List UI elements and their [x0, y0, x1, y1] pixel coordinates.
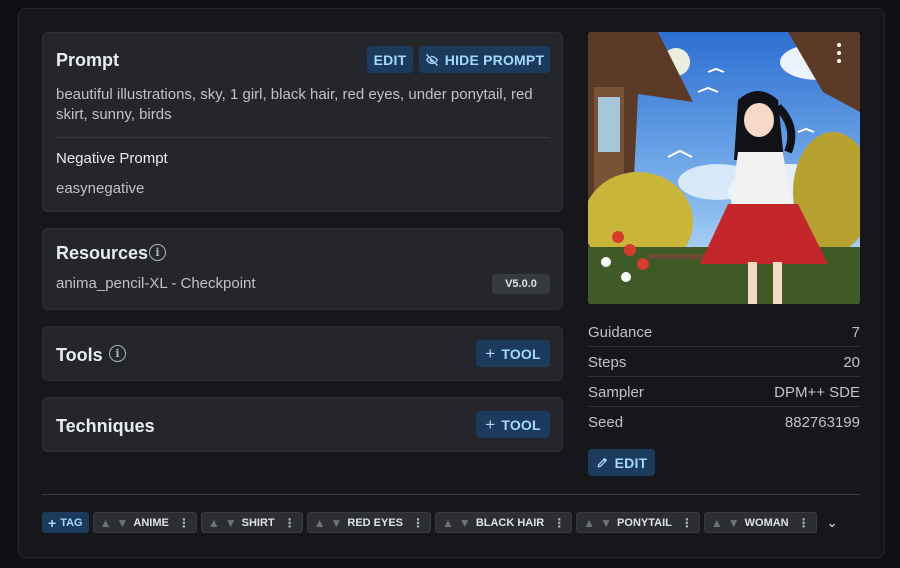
tag-chip[interactable]: ▲ ▼ PONYTAIL ⋮	[576, 512, 700, 533]
plus-icon: +	[48, 514, 57, 531]
add-technique-button[interactable]: + TOOL	[476, 411, 550, 438]
tag-chip[interactable]: ▲ ▼ SHIRT ⋮	[200, 512, 303, 533]
param-label: Sampler	[588, 383, 644, 401]
upvote-icon[interactable]: ▲	[711, 516, 723, 530]
techniques-title: Techniques	[56, 416, 155, 436]
upvote-icon[interactable]: ▲	[583, 516, 595, 530]
tag-chip[interactable]: ▲ ▼ BLACK HAIR ⋮	[435, 512, 573, 533]
param-label: Guidance	[588, 323, 653, 341]
version-badge: V5.0.0	[492, 274, 550, 294]
plus-icon: +	[485, 343, 496, 363]
add-tag-button[interactable]: + TAG	[42, 512, 89, 533]
param-value: 20	[843, 353, 860, 371]
param-value: DPM++ SDE	[774, 383, 860, 401]
tag-label: WOMAN	[744, 516, 789, 529]
downvote-icon[interactable]: ▼	[459, 516, 471, 530]
param-row-steps: Steps 20	[588, 347, 860, 377]
upvote-icon[interactable]: ▲	[314, 516, 326, 530]
downvote-icon[interactable]: ▼	[331, 516, 343, 530]
edit-params-label: EDIT	[614, 454, 648, 471]
tag-label: PONYTAIL	[617, 516, 672, 529]
hide-prompt-label: HIDE PROMPT	[444, 51, 545, 68]
param-label: Steps	[588, 353, 627, 371]
tag-label: SHIRT	[241, 516, 275, 529]
tag-menu-icon[interactable]: ⋮	[284, 516, 296, 530]
param-value: 882763199	[784, 413, 860, 431]
plus-icon: +	[485, 414, 496, 434]
param-value: 7	[851, 323, 860, 341]
eye-off-icon	[425, 53, 438, 66]
downvote-icon[interactable]: ▼	[116, 516, 128, 530]
upvote-icon[interactable]: ▲	[100, 516, 112, 530]
tags-divider	[42, 494, 860, 495]
prompt-divider	[56, 137, 550, 138]
image-menu-icon[interactable]	[836, 43, 842, 63]
generated-image[interactable]	[588, 32, 860, 304]
add-tool-label: TOOL	[501, 345, 541, 362]
edit-prompt-button[interactable]: EDIT	[367, 46, 413, 73]
upvote-icon[interactable]: ▲	[208, 516, 220, 530]
tag-chip[interactable]: ▲ ▼ ANIME ⋮	[92, 512, 197, 533]
upvote-icon[interactable]: ▲	[442, 516, 454, 530]
negative-prompt-text: easynegative	[56, 180, 145, 197]
tools-title: Tools	[56, 345, 103, 365]
tag-menu-icon[interactable]: ⋮	[178, 516, 190, 530]
tag-menu-icon[interactable]: ⋮	[553, 516, 565, 530]
edit-prompt-label: EDIT	[373, 51, 407, 68]
resource-item-name[interactable]: anima_pencil-XL - Checkpoint	[56, 274, 256, 294]
tag-label: RED EYES	[347, 516, 404, 529]
downvote-icon[interactable]: ▼	[225, 516, 237, 530]
hide-prompt-button[interactable]: HIDE PROMPT	[419, 46, 550, 73]
prompt-title: Prompt	[56, 50, 119, 70]
tag-menu-icon[interactable]: ⋮	[798, 516, 810, 530]
tag-label: ANIME	[133, 516, 169, 529]
info-icon[interactable]: i	[109, 345, 126, 362]
param-row-sampler: Sampler DPM++ SDE	[588, 377, 860, 407]
tag-chip[interactable]: ▲ ▼ WOMAN ⋮	[703, 512, 817, 533]
chevron-down-icon[interactable]: ⌄	[827, 515, 838, 531]
param-label: Seed	[588, 413, 624, 431]
downvote-icon[interactable]: ▼	[600, 516, 612, 530]
add-tool-button[interactable]: + TOOL	[476, 340, 550, 367]
edit-params-button[interactable]: EDIT	[588, 449, 655, 476]
downvote-icon[interactable]: ▼	[728, 516, 740, 530]
prompt-text: beautiful illustrations, sky, 1 girl, bl…	[56, 86, 533, 123]
add-technique-label: TOOL	[501, 416, 541, 433]
add-tag-label: TAG	[60, 516, 83, 529]
info-icon[interactable]: i	[149, 244, 166, 261]
tag-menu-icon[interactable]: ⋮	[681, 516, 693, 530]
pencil-icon	[597, 458, 607, 468]
tag-menu-icon[interactable]: ⋮	[412, 516, 424, 530]
tag-label: BLACK HAIR	[475, 516, 545, 529]
resources-card	[42, 228, 563, 310]
negative-prompt-title: Negative Prompt	[56, 150, 168, 167]
param-row-seed: Seed 882763199	[588, 407, 860, 437]
tag-chip[interactable]: ▲ ▼ RED EYES ⋮	[306, 512, 432, 533]
param-row-guidance: Guidance 7	[588, 317, 860, 347]
tag-bar: + TAG ▲ ▼ ANIME ⋮ ▲ ▼ SHIRT ⋮ ▲ ▼ RED EYES …	[42, 512, 838, 533]
resources-title: Resources	[56, 243, 149, 263]
